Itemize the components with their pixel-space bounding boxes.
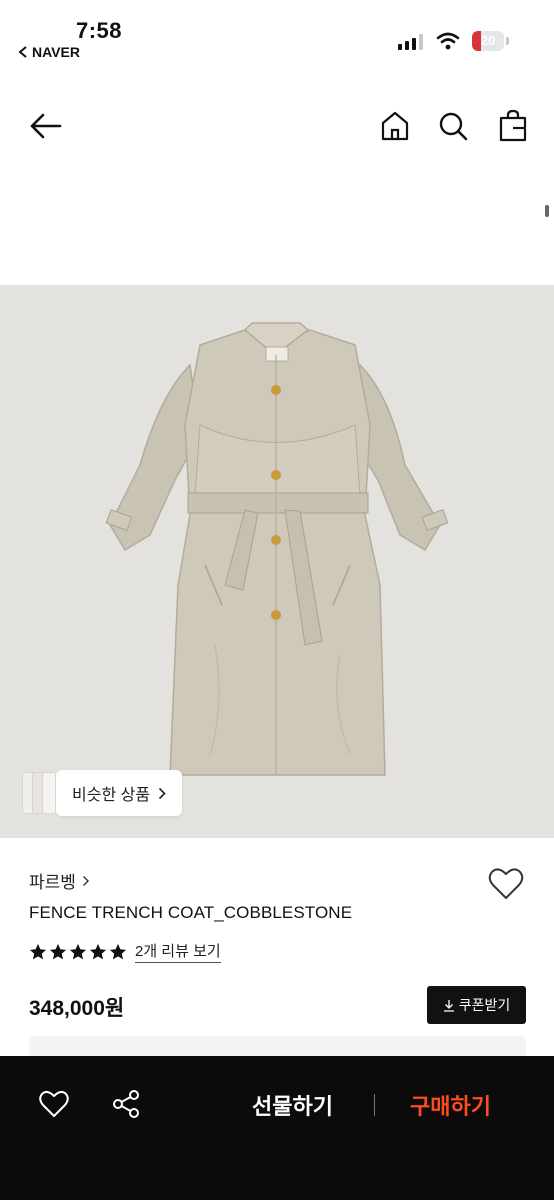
scroll-indicator — [545, 205, 549, 217]
back-app-label: NAVER — [32, 44, 80, 60]
coupon-label: 쿠폰받기 — [458, 997, 511, 1013]
product-price: 348,000원 — [29, 997, 125, 1020]
home-indicator — [143, 1176, 411, 1181]
status-bar: 7:58 NAVER 20 — [0, 0, 554, 70]
shopping-bag-icon[interactable] — [496, 108, 530, 144]
star-icon — [29, 943, 47, 959]
battery-level: 20 — [480, 33, 496, 48]
coat-illustration — [105, 322, 449, 776]
battery-indicator: 20 — [472, 31, 504, 51]
star-icon — [69, 943, 87, 959]
rating-row: 2개 리뷰 보기 — [29, 940, 221, 963]
brand-name: 파르벵 — [29, 873, 76, 892]
heart-icon[interactable] — [38, 1089, 70, 1119]
download-icon — [443, 999, 454, 1012]
similar-products-button[interactable]: 비슷한 상품 — [56, 770, 183, 816]
bottom-action-bar: 선물하기 구매하기 — [0, 1056, 554, 1200]
brand-link[interactable]: 파르벵 — [29, 868, 90, 893]
search-icon[interactable] — [436, 108, 470, 144]
home-icon[interactable] — [378, 108, 412, 144]
bar-divider — [374, 1094, 375, 1116]
gift-button[interactable]: 선물하기 — [252, 1089, 333, 1121]
status-time: 7:58 — [76, 18, 123, 43]
wifi-icon — [436, 32, 460, 50]
battery-cap — [506, 37, 509, 45]
rating-stars — [29, 943, 127, 961]
review-link[interactable]: 2개 리뷰 보기 — [135, 940, 221, 963]
similar-products[interactable]: 비슷한 상품 — [22, 770, 183, 816]
coupon-button[interactable]: 쿠폰받기 — [427, 986, 526, 1024]
buy-button[interactable]: 구매하기 — [410, 1089, 491, 1121]
chevron-right-icon — [82, 875, 89, 886]
back-triangle-icon — [18, 46, 27, 58]
product-image[interactable] — [0, 285, 554, 838]
similar-products-label: 비슷한 상품 — [72, 787, 151, 804]
similar-thumb — [42, 772, 56, 814]
back-to-app[interactable]: NAVER — [18, 44, 80, 60]
wishlist-heart-icon[interactable] — [487, 866, 525, 902]
product-name: FENCE TRENCH COAT_COBBLESTONE — [29, 903, 353, 922]
star-icon — [49, 943, 67, 959]
signal-icon — [398, 34, 423, 50]
chevron-right-icon — [158, 787, 166, 799]
share-icon[interactable] — [110, 1088, 142, 1120]
back-arrow-icon[interactable] — [26, 108, 66, 144]
star-icon — [89, 943, 107, 959]
star-icon — [109, 943, 127, 959]
similar-thumbnails — [22, 770, 56, 816]
